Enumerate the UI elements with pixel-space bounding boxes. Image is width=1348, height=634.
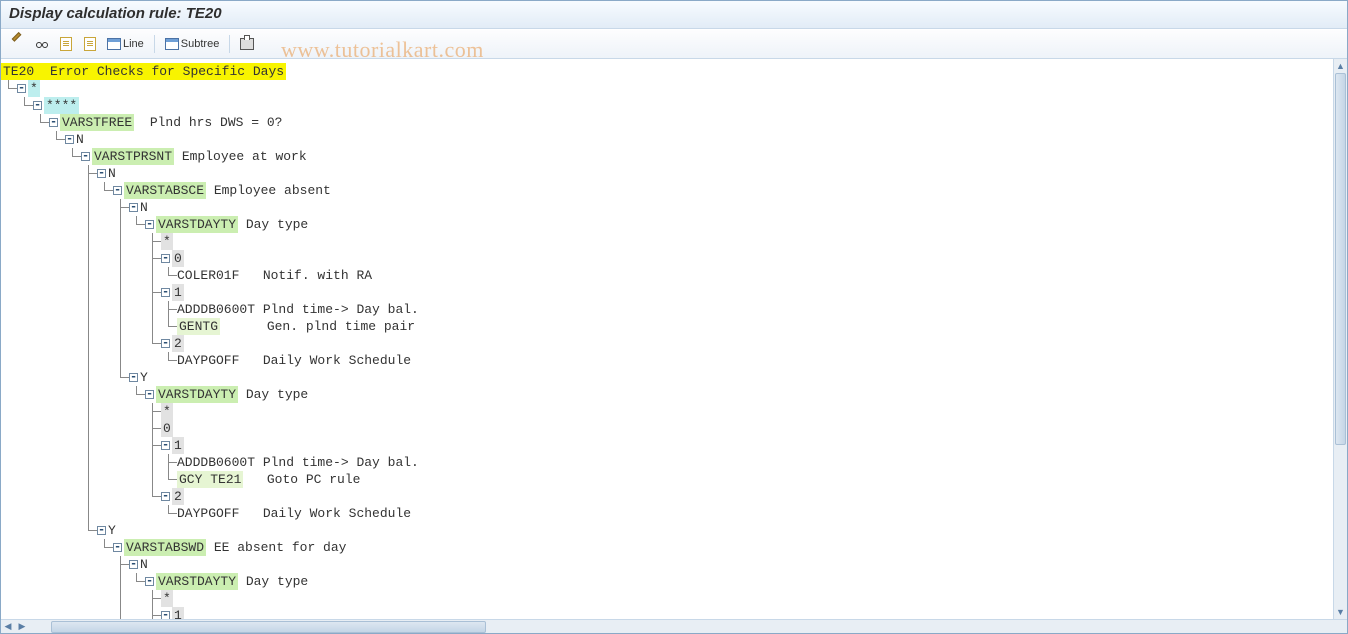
document-expand-icon: [60, 37, 72, 51]
pencil-icon: [11, 37, 25, 51]
scrollbar-thumb[interactable]: [1335, 73, 1346, 445]
toolbar-divider: [154, 35, 155, 53]
collapse-icon[interactable]: [145, 390, 154, 399]
collapse-icon[interactable]: [97, 526, 106, 535]
collapse-icon[interactable]: [97, 169, 106, 178]
glasses-icon: [35, 37, 49, 51]
collapse-icon[interactable]: [161, 254, 170, 263]
tree-leaf[interactable]: 0: [1, 420, 1333, 437]
tree-op-adddb[interactable]: ADDDB0600T Plnd time-> Day bal.: [1, 454, 1333, 471]
tree-branch-2[interactable]: 2: [1, 488, 1333, 505]
page-title: Display calculation rule: TE20: [9, 5, 222, 22]
line-label: Line: [123, 38, 144, 50]
toolbar: Line Subtree: [1, 29, 1347, 59]
tree-branch-1[interactable]: 1: [1, 284, 1333, 301]
tree-root[interactable]: TE20 Error Checks for Specific Days: [1, 63, 1333, 80]
tree-op-coler01f[interactable]: COLER01F Notif. with RA: [1, 267, 1333, 284]
tree-leaf[interactable]: *: [1, 233, 1333, 250]
scrollbar-track[interactable]: [1334, 73, 1347, 605]
horizontal-scrollbar[interactable]: ◀ ▶: [1, 619, 1347, 633]
window-title-bar: Display calculation rule: TE20: [1, 1, 1347, 29]
toolbar-divider: [229, 35, 230, 53]
line-button[interactable]: Line: [103, 33, 148, 55]
collapse-icon[interactable]: [129, 203, 138, 212]
collapse-icon[interactable]: [65, 135, 74, 144]
collapse-icon[interactable]: [161, 611, 170, 619]
tree-branch-n[interactable]: N: [1, 199, 1333, 216]
tree-op-varstdayty[interactable]: VARSTDAYTY Day type: [1, 216, 1333, 233]
scrollbar-thumb[interactable]: [51, 621, 486, 633]
scrollbar-track[interactable]: [29, 621, 1347, 633]
tree-op-daypgoff[interactable]: DAYPGOFF Daily Work Schedule: [1, 352, 1333, 369]
doc-expand-button[interactable]: [55, 33, 77, 55]
tree-branch-n[interactable]: N: [1, 556, 1333, 573]
collapse-icon[interactable]: [33, 101, 42, 110]
tree-op-gcy[interactable]: GCY TE21 Goto PC rule: [1, 471, 1333, 488]
tree-branch-2[interactable]: 2: [1, 335, 1333, 352]
tree-op-gentg[interactable]: GENTG Gen. plnd time pair: [1, 318, 1333, 335]
tree-op-daypgoff[interactable]: DAYPGOFF Daily Work Schedule: [1, 505, 1333, 522]
tree-node-stars[interactable]: ****: [1, 97, 1333, 114]
tree-branch-0[interactable]: 0: [1, 250, 1333, 267]
scroll-left-icon[interactable]: ◀: [2, 621, 14, 633]
doc-collapse-button[interactable]: [79, 33, 101, 55]
subtree-button[interactable]: Subtree: [161, 33, 224, 55]
tree-branch-n[interactable]: N: [1, 131, 1333, 148]
tree-branch-1[interactable]: 1: [1, 607, 1333, 619]
collapse-icon[interactable]: [129, 560, 138, 569]
collapse-icon[interactable]: [81, 152, 90, 161]
tree-op-varstfree[interactable]: VARSTFREE Plnd hrs DWS = 0?: [1, 114, 1333, 131]
collapse-icon[interactable]: [161, 339, 170, 348]
tree-branch-n[interactable]: N: [1, 165, 1333, 182]
tree-branch-y[interactable]: Y: [1, 369, 1333, 386]
tree-branch-y[interactable]: Y: [1, 522, 1333, 539]
collapse-icon[interactable]: [161, 288, 170, 297]
vertical-scrollbar[interactable]: ▲ ▼: [1333, 59, 1347, 619]
print-icon: [240, 38, 254, 50]
collapse-icon[interactable]: [17, 84, 26, 93]
tree-leaf[interactable]: *: [1, 590, 1333, 607]
content-area: TE20 Error Checks for Specific Days * **…: [1, 59, 1347, 619]
tree-op-varstprsnt[interactable]: VARSTPRSNT Employee at work: [1, 148, 1333, 165]
tree-op-varstdayty[interactable]: VARSTDAYTY Day type: [1, 573, 1333, 590]
collapse-icon[interactable]: [129, 373, 138, 382]
display-button[interactable]: [31, 33, 53, 55]
tree-node-star[interactable]: *: [1, 80, 1333, 97]
collapse-icon[interactable]: [161, 492, 170, 501]
collapse-icon[interactable]: [49, 118, 58, 127]
tree-op-varstdayty[interactable]: VARSTDAYTY Day type: [1, 386, 1333, 403]
tree-op-varstabswd[interactable]: VARSTABSWD EE absent for day: [1, 539, 1333, 556]
scroll-right-icon[interactable]: ▶: [16, 621, 28, 633]
tree-branch-1[interactable]: 1: [1, 437, 1333, 454]
scroll-up-icon[interactable]: ▲: [1335, 60, 1347, 72]
collapse-icon[interactable]: [113, 186, 122, 195]
tree-leaf[interactable]: *: [1, 403, 1333, 420]
subtree-label: Subtree: [181, 38, 220, 50]
tree-op-adddb[interactable]: ADDDB0600T Plnd time-> Day bal.: [1, 301, 1333, 318]
document-collapse-icon: [84, 37, 96, 51]
tree-op-varstabsce[interactable]: VARSTABSCE Employee absent: [1, 182, 1333, 199]
collapse-icon[interactable]: [145, 577, 154, 586]
collapse-icon[interactable]: [161, 441, 170, 450]
collapse-icon[interactable]: [145, 220, 154, 229]
print-button[interactable]: [236, 33, 258, 55]
tree-view: TE20 Error Checks for Specific Days * **…: [1, 59, 1333, 619]
scroll-down-icon[interactable]: ▼: [1335, 606, 1347, 618]
collapse-icon[interactable]: [113, 543, 122, 552]
table-icon: [165, 38, 179, 50]
table-icon: [107, 38, 121, 50]
edit-button[interactable]: [7, 33, 29, 55]
